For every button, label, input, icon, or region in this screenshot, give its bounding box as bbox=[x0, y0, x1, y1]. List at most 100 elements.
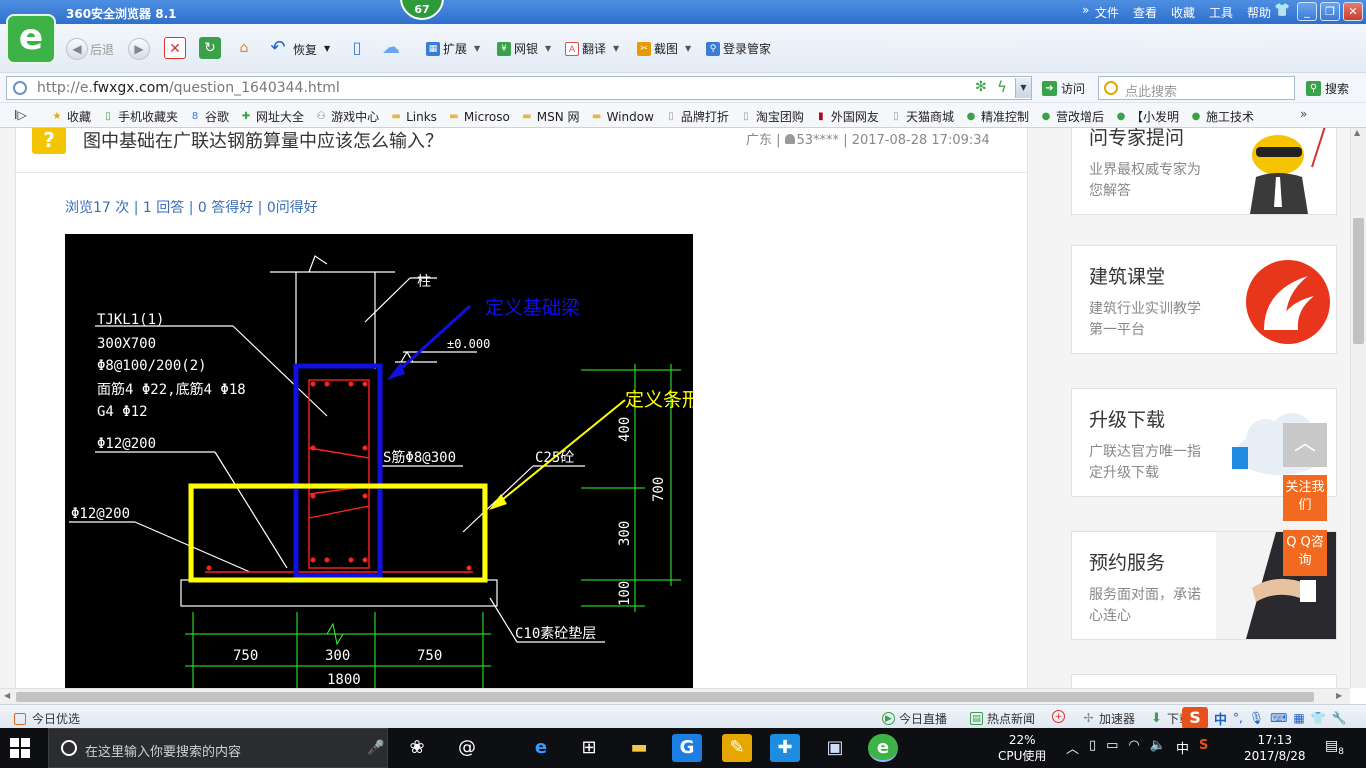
menu-favorites[interactable]: 收藏 bbox=[1171, 4, 1195, 21]
bookmark-item[interactable]: ▯ 淘宝团购 bbox=[739, 108, 804, 125]
tray-wifi-icon[interactable]: ◠ bbox=[1128, 738, 1139, 757]
windows-start-icon[interactable] bbox=[10, 738, 32, 758]
grid-menu-icon[interactable]: ▦ bbox=[1293, 711, 1304, 725]
browser-logo-icon[interactable]: e bbox=[6, 14, 56, 64]
wrench-icon[interactable]: 🔧 bbox=[1332, 711, 1347, 725]
sidebar-toggle-icon[interactable]: I▷ bbox=[14, 108, 27, 122]
tray-battery-icon[interactable]: ▭ bbox=[1106, 738, 1118, 757]
bookmark-item[interactable]: ▬ Microso bbox=[447, 108, 510, 125]
menu-tools[interactable]: 工具 bbox=[1209, 4, 1233, 21]
network-window-icon[interactable]: ▣ bbox=[820, 734, 850, 762]
url-text[interactable]: http://e.fwxgx.com/question_1640344.html bbox=[37, 80, 340, 96]
card-building-classroom[interactable]: 建筑课堂 建筑行业实训教学第一平台 bbox=[1071, 245, 1337, 354]
menu-help[interactable]: 帮助 bbox=[1247, 4, 1271, 21]
today-picks[interactable]: 今日优选 bbox=[14, 710, 80, 727]
scroll-right-icon[interactable]: ▶ bbox=[1336, 691, 1342, 700]
mobile-phone-icon[interactable]: ▯ bbox=[346, 37, 368, 59]
qq-consult-button[interactable]: Q Q咨询 bbox=[1283, 530, 1327, 576]
action-center-icon[interactable]: ▤8 bbox=[1325, 738, 1344, 757]
back-button-label[interactable]: 后退 bbox=[90, 41, 114, 58]
bookmark-item[interactable]: ▯ 手机收藏夹 bbox=[101, 108, 178, 125]
tray-sogou-icon[interactable]: S bbox=[1199, 738, 1208, 757]
search-box[interactable]: 点此搜索 bbox=[1098, 76, 1295, 100]
vertical-scrollbar[interactable]: ▲ bbox=[1350, 128, 1366, 688]
notes-app-icon[interactable]: ✎ bbox=[722, 734, 752, 762]
tool-screenshot[interactable]: ✂ 截图 ▼ bbox=[637, 40, 691, 57]
skin-icon[interactable]: 👕 bbox=[1311, 711, 1326, 725]
address-dropdown-icon[interactable]: ▼ bbox=[1015, 78, 1031, 98]
restore-button-label[interactable]: 恢复 bbox=[293, 41, 317, 58]
search-button[interactable]: ⚲ 搜索 bbox=[1306, 80, 1349, 97]
tray-volume-icon[interactable]: 🔈 bbox=[1150, 738, 1166, 757]
address-bar[interactable]: http://e.fwxgx.com/question_1640344.html… bbox=[6, 76, 1032, 100]
back-arrow-icon[interactable]: ◀ bbox=[66, 38, 88, 60]
tool-login-manager[interactable]: ⚲ 登录管家 bbox=[706, 40, 771, 57]
scroll-left-icon[interactable]: ◀ bbox=[4, 691, 10, 700]
tool-translate[interactable]: A 翻译 ▼ bbox=[565, 40, 619, 57]
bookmark-item[interactable]: ▬ Links bbox=[389, 108, 437, 125]
glodon-app-icon[interactable]: G bbox=[672, 734, 702, 762]
status-hot-news[interactable]: ▤ 热点新闻 bbox=[970, 710, 1035, 727]
close-button[interactable]: ✕ bbox=[1343, 2, 1363, 21]
microphone-icon[interactable]: 🎙 bbox=[1249, 711, 1264, 725]
menu-file[interactable]: 文件 bbox=[1095, 4, 1119, 21]
forward-arrow-icon[interactable]: ▶ bbox=[128, 38, 150, 60]
search-input[interactable]: 点此搜索 bbox=[1125, 81, 1177, 100]
sogou-ime-icon[interactable]: S bbox=[1182, 707, 1208, 729]
menu-view[interactable]: 查看 bbox=[1133, 4, 1157, 21]
minimize-button[interactable]: _ bbox=[1297, 2, 1317, 21]
bookmark-item[interactable]: ▬ MSN 网 bbox=[520, 108, 580, 125]
follow-us-button[interactable]: 关注我们 bbox=[1283, 475, 1327, 521]
refresh-icon[interactable]: ↻ bbox=[199, 37, 221, 59]
security-score-badge[interactable]: 67 bbox=[400, 0, 444, 20]
file-explorer-icon[interactable]: ▬ bbox=[624, 734, 654, 762]
double-chevron-icon[interactable]: » bbox=[1082, 3, 1089, 17]
maximize-button[interactable]: ❐ bbox=[1320, 2, 1340, 21]
tray-language[interactable]: 中 bbox=[1176, 738, 1189, 757]
stop-icon[interactable]: ✕ bbox=[164, 37, 186, 59]
edge-browser-icon[interactable]: e bbox=[526, 734, 556, 762]
bookmark-item[interactable]: ▮ 外国网友 bbox=[814, 108, 879, 125]
skin-shirt-icon[interactable]: 👕 bbox=[1274, 3, 1290, 18]
tool-extensions[interactable]: ▦ 扩展 ▼ bbox=[426, 40, 480, 57]
scroll-up-icon[interactable]: ▲ bbox=[1354, 128, 1360, 137]
restore-dropdown-icon[interactable]: ▼ bbox=[324, 44, 330, 53]
plus-app-icon[interactable]: ✚ bbox=[770, 734, 800, 762]
microphone-icon[interactable]: 🎤 bbox=[367, 740, 384, 756]
bookmark-item[interactable]: 8 谷歌 bbox=[188, 108, 229, 125]
taskbar-search[interactable]: 在这里输入你要搜索的内容 🎤 bbox=[48, 728, 388, 768]
vertical-scroll-thumb[interactable] bbox=[1353, 218, 1364, 344]
status-medical[interactable]: + bbox=[1052, 710, 1065, 723]
bookmark-item[interactable]: ● 【小发明 bbox=[1114, 108, 1179, 125]
store-icon[interactable]: ⊞ bbox=[574, 734, 604, 762]
app-swirl-icon[interactable]: @ bbox=[452, 734, 482, 762]
bookmark-item[interactable]: ★ 收藏 bbox=[50, 108, 92, 125]
card-next[interactable] bbox=[1071, 674, 1337, 688]
cpu-usage[interactable]: 22% CPU使用 bbox=[998, 732, 1046, 764]
horizontal-scrollbar[interactable]: ◀ ▶ bbox=[0, 688, 1350, 704]
cad-drawing-image[interactable]: 柱 TJKL1(1) 300X700 Φ8@100/200(2) 面筋4 Φ22… bbox=[65, 234, 739, 688]
taskbar-clock[interactable]: 17:13 2017/8/28 bbox=[1244, 732, 1306, 764]
bookmark-item[interactable]: ▯ 品牌打折 bbox=[664, 108, 729, 125]
card-ask-expert[interactable]: 问专家提问 业界最权威专家为您解答 bbox=[1071, 128, 1337, 215]
horizontal-scroll-thumb[interactable] bbox=[16, 692, 1314, 702]
meta-user[interactable]: 53**** bbox=[797, 133, 840, 148]
more-bookmarks-icon[interactable]: » bbox=[1300, 107, 1307, 121]
speed-mode-bolt-icon[interactable]: ϟ bbox=[997, 78, 1007, 96]
back-to-top-button[interactable]: ︿ bbox=[1283, 423, 1327, 467]
bookmark-item[interactable]: ● 施工技术 bbox=[1189, 108, 1254, 125]
status-accelerator[interactable]: ✢ 加速器 bbox=[1082, 710, 1135, 727]
bookmark-item[interactable]: ⚇ 游戏中心 bbox=[314, 108, 380, 125]
360-browser-taskbar-icon[interactable]: e bbox=[868, 734, 898, 762]
keyboard-icon[interactable]: ⌨ bbox=[1270, 711, 1287, 725]
tray-expand-icon[interactable]: ︿ bbox=[1066, 738, 1079, 757]
cloud-icon[interactable]: ☁ bbox=[380, 37, 402, 59]
punctuation-icon[interactable]: °, bbox=[1233, 711, 1243, 725]
bookmark-item[interactable]: ▬ Window bbox=[590, 108, 654, 125]
reload-spinner-icon[interactable]: ✻ bbox=[975, 79, 987, 95]
home-icon[interactable]: ⌂ bbox=[233, 37, 255, 59]
bookmark-item[interactable]: ● 营改增后 bbox=[1039, 108, 1104, 125]
visit-button[interactable]: ➜ 访问 bbox=[1042, 80, 1085, 97]
bookmark-item[interactable]: ● 精准控制 bbox=[964, 108, 1029, 125]
undo-restore-icon[interactable]: ↶ bbox=[267, 37, 289, 59]
